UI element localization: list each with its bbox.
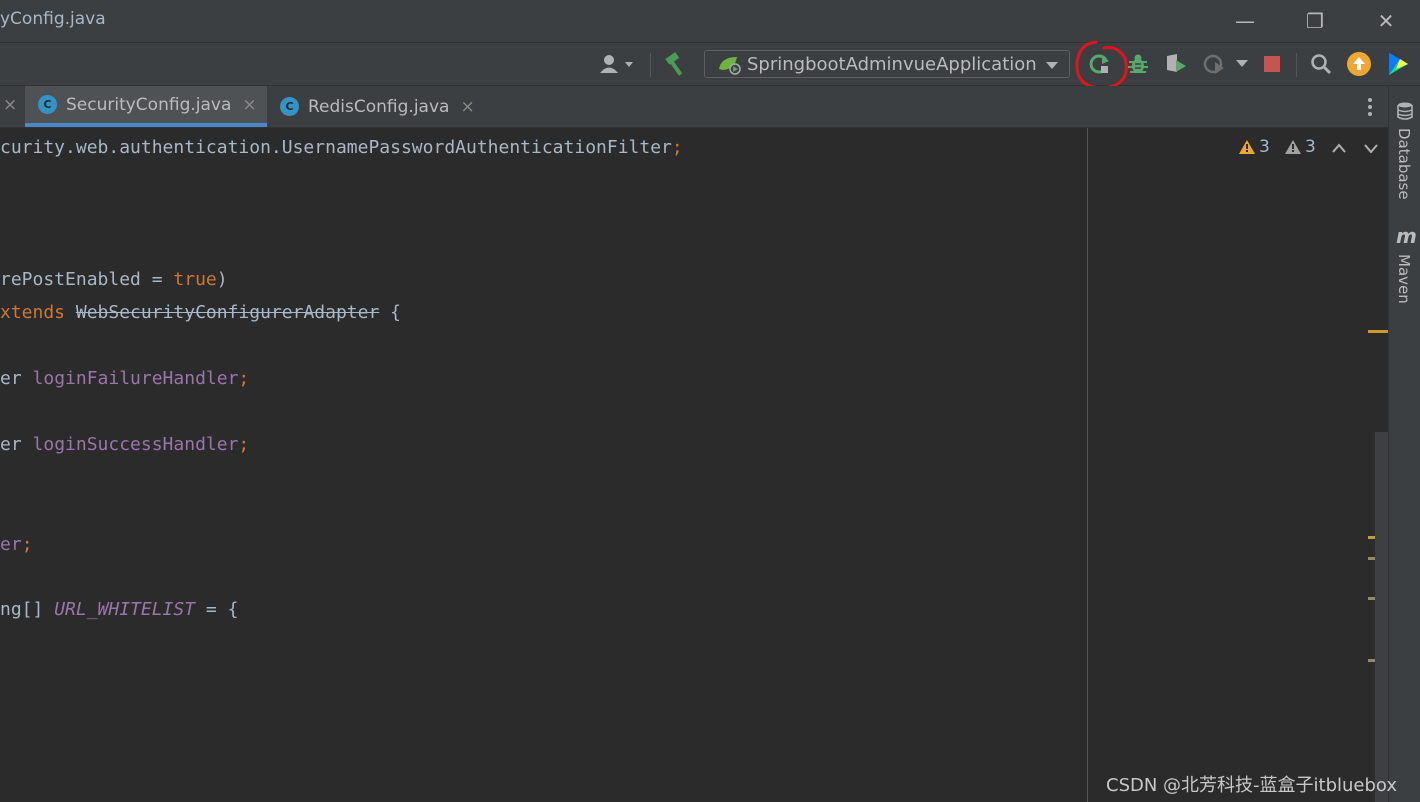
code-line: er;	[0, 534, 33, 555]
tab-close-icon[interactable]: ×	[460, 97, 474, 117]
minimize-button[interactable]: —	[1230, 6, 1260, 36]
weak-warning-icon	[1285, 140, 1301, 154]
title-bar: yConfig.java — ❐ ✕	[0, 0, 1420, 42]
more-options-icon[interactable]	[1360, 96, 1380, 118]
chevron-down-icon	[1046, 62, 1058, 69]
build-hammer-icon[interactable]	[660, 51, 690, 77]
database-icon	[1397, 102, 1413, 120]
previous-highlight-icon[interactable]	[1330, 140, 1348, 156]
vertical-scrollbar[interactable]	[1375, 432, 1388, 802]
java-class-icon: C	[280, 97, 299, 116]
coverage-icon[interactable]	[1162, 51, 1190, 77]
weak-warnings-count: 3	[1305, 137, 1316, 157]
editor-tab-bar: × C SecurityConfig.java × C RedisConfig.…	[0, 86, 1388, 128]
tab-close-icon[interactable]: ×	[3, 95, 17, 115]
stop-icon[interactable]	[1260, 51, 1284, 77]
warnings-counter[interactable]: 3	[1238, 137, 1270, 157]
toolbar-separator	[650, 53, 651, 77]
next-highlight-icon[interactable]	[1362, 140, 1380, 156]
java-class-icon: C	[38, 95, 57, 114]
code-line: rePostEnabled = true)	[0, 269, 228, 290]
window-title: yConfig.java	[0, 9, 106, 29]
red-annotation-circle	[1075, 40, 1128, 90]
jetbrains-toolbox-icon[interactable]	[1384, 51, 1412, 77]
chevron-down-icon[interactable]	[1234, 51, 1250, 77]
update-icon[interactable]	[1345, 51, 1373, 77]
spring-boot-icon	[719, 57, 741, 75]
code-line: curity.web.authentication.UsernamePasswo…	[0, 137, 683, 158]
maven-tool-button[interactable]: Maven	[1395, 254, 1413, 304]
warnings-count: 3	[1259, 137, 1270, 157]
weak-warnings-counter[interactable]: 3	[1284, 137, 1316, 157]
tab-security-config[interactable]: C SecurityConfig.java ×	[25, 86, 267, 127]
toolbar-separator	[1296, 53, 1297, 77]
restore-button[interactable]: ❐	[1300, 6, 1330, 36]
user-icon[interactable]	[596, 51, 638, 77]
tab-label: RedisConfig.java	[308, 96, 450, 117]
code-editor[interactable]: curity.web.authentication.UsernamePasswo…	[0, 128, 1088, 802]
close-window-button[interactable]: ✕	[1371, 6, 1401, 36]
profiler-icon[interactable]	[1200, 51, 1228, 77]
main-toolbar: SpringbootAdminvueApplication	[0, 42, 1420, 86]
maven-icon: m	[1396, 224, 1417, 248]
editor-right-area	[1088, 128, 1388, 802]
code-line: xtends WebSecurityConfigurerAdapter {	[0, 302, 401, 323]
tab-close-icon[interactable]: ×	[242, 95, 256, 115]
run-configuration-select[interactable]: SpringbootAdminvueApplication	[704, 50, 1070, 78]
tab-label: SecurityConfig.java	[66, 94, 232, 115]
warning-stripe-marker[interactable]	[1368, 330, 1388, 333]
code-line: er loginSuccessHandler;	[0, 434, 250, 455]
search-icon[interactable]	[1307, 51, 1335, 77]
watermark: CSDN @北芳科技-蓝盒子itbluebox	[1106, 775, 1398, 796]
database-tool-button[interactable]: Database	[1395, 128, 1413, 200]
right-tool-sidebar: Database m Maven	[1388, 86, 1420, 802]
code-line: ng[] URL_WHITELIST = {	[0, 599, 239, 620]
tab-redis-config[interactable]: C RedisConfig.java ×	[280, 86, 480, 127]
code-line: er loginFailureHandler;	[0, 368, 250, 389]
run-configuration-label: SpringbootAdminvueApplication	[747, 54, 1037, 75]
warning-icon	[1239, 140, 1255, 154]
